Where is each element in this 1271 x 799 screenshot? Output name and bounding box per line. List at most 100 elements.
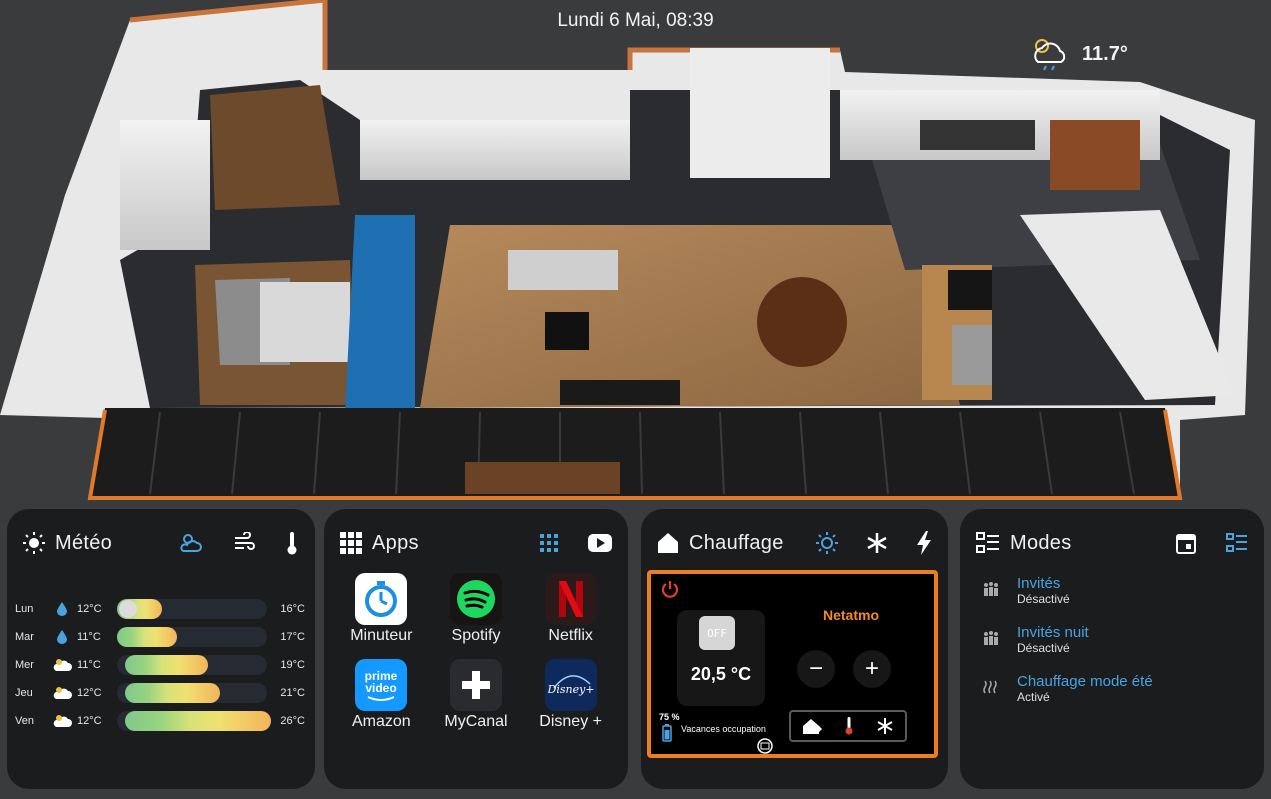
app-minuteur[interactable]: Minuteur (334, 573, 429, 645)
forecast-day: Mar (15, 631, 34, 643)
forecast-day: Ven (15, 715, 34, 727)
living-room-floor (420, 225, 960, 408)
meteo-header: Météo (23, 525, 299, 561)
forecast-day: Lun (15, 603, 34, 615)
mode-state: Désactivé (1017, 592, 1070, 606)
forecast-day: Jeu (15, 687, 33, 699)
stopwatch-icon (355, 573, 408, 625)
forecast-fill (117, 627, 177, 647)
off-button[interactable]: OFF (699, 616, 735, 650)
svg-text:video: video (366, 681, 397, 695)
home-icon (657, 532, 679, 554)
terrace (90, 408, 1180, 498)
app-label: Minuteur (350, 627, 413, 644)
floorplan-illustration (0, 0, 1255, 500)
youtube-icon[interactable] (588, 534, 612, 552)
thermometer-small-icon[interactable] (844, 716, 854, 736)
setpoint-value: 20,5 °C (690, 664, 752, 684)
frost-icon[interactable] (876, 717, 894, 735)
apps-card: Apps Minuteur Spotify Netflix prime vide… (324, 509, 628, 789)
mode-name: Invités (1017, 575, 1061, 592)
lightning-icon[interactable] (916, 531, 932, 555)
raindrop-icon (47, 602, 77, 616)
disney-plus-icon: Disney+ (544, 659, 597, 711)
forecast-min: 12°C (77, 603, 102, 615)
forecast-row: Mar 11°C 17°C (15, 623, 307, 651)
app-netflix[interactable]: Netflix (523, 573, 618, 645)
forecast-min: 11°C (77, 659, 101, 671)
calendar-icon[interactable] (1176, 532, 1196, 554)
forecast-min: 11°C (77, 631, 101, 643)
apps-title: Apps (372, 531, 419, 554)
heat-waves-icon (982, 680, 1002, 699)
people-icon (982, 582, 1002, 601)
mode-name: Invités nuit (1017, 624, 1089, 641)
wind-icon[interactable] (233, 532, 255, 554)
mode-invites[interactable]: Invités Désactivé (982, 575, 1248, 624)
away-home-icon[interactable] (802, 717, 822, 735)
modes-header: Modes (976, 525, 1248, 561)
app-mycanal[interactable]: MyCanal (429, 659, 524, 731)
app-amazon[interactable]: prime video Amazon (334, 659, 429, 731)
calendar-clock-icon[interactable] (757, 738, 773, 754)
app-disney-plus[interactable]: Disney+ Disney + (523, 659, 618, 731)
app-label: Disney + (539, 713, 602, 730)
forecast-fill (125, 655, 208, 675)
raindrop-icon (47, 630, 77, 644)
spotify-icon (449, 573, 502, 625)
floorplan-3d-view[interactable] (0, 0, 1271, 505)
mode-state: Activé (1017, 690, 1050, 704)
current-temp-marker (119, 600, 137, 618)
current-weather[interactable]: 11.7° (1030, 36, 1128, 72)
forecast-temperature-bar (117, 627, 267, 647)
thermostat-panel: OFF 20,5 °C Netatmo − + 75 % Vacances oc… (647, 570, 938, 758)
chauffage-card: Chauffage OFF 20,5 °C Netatmo − + 75 % V… (641, 509, 948, 789)
modes-title: Modes (1010, 531, 1072, 554)
forecast-max: 17°C (280, 631, 305, 643)
weather-partly-cloudy-icon[interactable] (179, 531, 203, 555)
forecast-max: 16°C (280, 603, 305, 615)
increase-button[interactable]: + (853, 650, 891, 688)
netflix-icon (544, 573, 597, 625)
app-label: Netflix (548, 627, 593, 644)
app-label: Amazon (351, 713, 411, 730)
app-spotify[interactable]: Spotify (429, 573, 524, 645)
thermometer-icon[interactable] (285, 531, 299, 555)
app-label: MyCanal (444, 713, 508, 730)
cloud-icon (47, 658, 77, 672)
forecast-row: Jeu 12°C 21°C (15, 679, 307, 707)
thermostat-display: OFF 20,5 °C (677, 610, 765, 706)
apps-header: Apps (340, 525, 612, 561)
forecast-fill (125, 711, 271, 731)
forecast-row: Mer 11°C 19°C (15, 651, 307, 679)
thermostat-brand: Netatmo (822, 607, 879, 623)
mode-chauffage-ete[interactable]: Chauffage mode été Activé (982, 673, 1248, 722)
checklist-tab-icon[interactable] (1226, 533, 1248, 553)
forecast-row: Lun 12°C 16°C (15, 595, 307, 623)
power-icon[interactable] (661, 580, 679, 598)
apps-grid: Minuteur Spotify Netflix prime video Ama… (334, 573, 618, 731)
forecast-temperature-bar (117, 655, 267, 675)
thermostat-modes (789, 710, 907, 742)
thermostat-status: Vacances occupation (681, 724, 766, 734)
forecast-max: 19°C (280, 659, 305, 671)
meteo-title: Météo (55, 531, 113, 554)
plus-icon (449, 659, 502, 711)
cloud-icon (47, 686, 77, 700)
forecast-list: Lun 12°C 16°C Mar 11°C 17°C Mer 11°C 19°C Jeu 12°C… (15, 595, 307, 735)
chauffage-header: Chauffage (657, 525, 932, 561)
snowflake-icon[interactable] (866, 532, 888, 554)
mode-invites-nuit[interactable]: Invités nuit Désactivé (982, 624, 1248, 673)
modes-list: Invités Désactivé Invités nuit Désactivé… (982, 575, 1248, 722)
mode-state: Désactivé (1017, 641, 1070, 655)
modes-card: Modes Invités Désactivé Invités nuit Dés… (960, 509, 1264, 789)
battery-icon (662, 724, 672, 742)
meteo-card: Météo Lun 12°C 16°C Mar 11°C 17°C Mer 11°C 19°C J… (7, 509, 315, 789)
decrease-button[interactable]: − (797, 650, 835, 688)
apps-grid-tab-icon[interactable] (540, 534, 558, 552)
checklist-icon (976, 532, 1000, 554)
sun-icon (23, 532, 45, 554)
forecast-fill (125, 683, 220, 703)
cloud-rain-sun-icon (1030, 36, 1070, 72)
sun-mode-icon[interactable] (816, 532, 838, 554)
